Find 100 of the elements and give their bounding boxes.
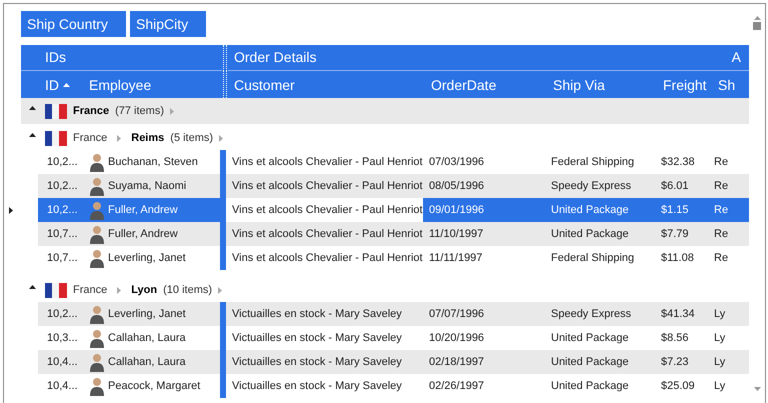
avatar-icon <box>89 352 105 372</box>
table-cell-text: Re <box>713 203 730 218</box>
item-count: (10 items) <box>163 284 212 296</box>
table-row[interactable]: 10,2... Suyama, Naomi Vins et alcools Chevalier - Paul Henriot 08/05/1996 Speedy Express $6.01 Re <box>38 174 749 198</box>
table-cell-text: 07/03/1996 <box>428 155 486 170</box>
sort-ascending-icon <box>63 82 70 86</box>
table-row[interactable]: 10,4... Callahan, Laura Victuailles en stock - Mary Saveley 02/18/1997 United Package $7.23 Ly <box>38 350 749 374</box>
scroll-up-icon[interactable] <box>754 16 760 20</box>
table-cell-text: United Package <box>550 379 630 394</box>
table-row[interactable]: 10,2... Buchanan, Steven Vins et alcools Chevalier - Paul Henriot 07/03/1996 Federal Shipping $32.38 Re <box>38 150 749 174</box>
table-row[interactable]: 10,7... Fuller, Andrew Vins et alcools Chevalier - Paul Henriot 11/10/1997 United Package $7.79 Re <box>38 222 749 246</box>
scrollbar-thumb[interactable] <box>753 22 761 30</box>
table-cell-text: $41.34 <box>660 307 696 322</box>
table-cell-text: 10,2... <box>46 179 79 194</box>
item-count: (5 items) <box>170 132 214 144</box>
employee-name: Peacock, Margaret <box>108 380 200 392</box>
parent-group-label: France <box>73 284 108 296</box>
column-header[interactable]: Sh <box>712 76 749 92</box>
table-row[interactable]: 10,2... Leverling, Janet Victuailles en stock - Mary Saveley 07/07/1996 Speedy Express $41.34 Ly <box>38 302 749 326</box>
group-by-chip[interactable]: Ship Country <box>21 11 126 37</box>
group-row[interactable]: France (77 items) <box>21 98 749 124</box>
table-cell-text: $1.15 <box>660 203 690 218</box>
table-cell-text: Federal Shipping <box>550 251 636 266</box>
table-cell-text: 10/20/1996 <box>428 331 486 346</box>
table-cell-text: 10,2... <box>46 307 79 322</box>
table-cell-text: United Package <box>550 331 630 346</box>
column-header[interactable]: Freight <box>657 76 712 92</box>
employee-name: Leverling, Janet <box>108 308 186 320</box>
avatar-icon <box>89 176 105 196</box>
chevron-icon <box>117 286 122 294</box>
table-cell-text: 10,7... <box>46 227 79 242</box>
table-cell-text: $6.01 <box>660 179 690 194</box>
column-header[interactable]: OrderDate <box>425 76 547 92</box>
column-header[interactable]: Employee <box>87 76 222 92</box>
table-cell-text: 10,4... <box>46 355 79 370</box>
table-row[interactable]: 10,2... Fuller, Andrew Vins et alcools Chevalier - Paul Henriot 09/01/1996 United Package $1.15 Re <box>38 198 749 222</box>
table-cell-text: $11.08 <box>660 251 695 266</box>
table-cell-text: 02/26/1997 <box>428 379 486 394</box>
table-cell-text: Vins et alcools Chevalier - Paul Henriot <box>231 179 423 194</box>
avatar-icon <box>89 200 105 220</box>
column-header[interactable]: Customer <box>228 76 425 92</box>
band-header: Order Details <box>234 48 316 67</box>
table-cell-text: 10,2... <box>46 155 79 170</box>
avatar-icon <box>89 328 105 348</box>
table-cell-text: Ly <box>713 307 726 322</box>
table-cell-text: Victuailles en stock - Mary Saveley <box>231 379 403 394</box>
table-cell-text: Speedy Express <box>550 179 632 194</box>
table-cell-text: $25.09 <box>660 379 696 394</box>
table-cell-text: Re <box>713 251 730 266</box>
table-cell-text: United Package <box>550 227 630 242</box>
table-cell-text: $32.38 <box>660 155 696 170</box>
table-cell-text: $7.79 <box>660 227 690 242</box>
table-cell-text: $8.56 <box>660 331 690 346</box>
table-cell-text: Re <box>713 179 730 194</box>
avatar-icon <box>89 224 105 244</box>
table-cell-text: Ly <box>713 379 726 394</box>
table-row[interactable]: 10,3... Callahan, Laura Victuailles en stock - Mary Saveley 10/20/1996 United Package $8.56 Ly <box>38 326 749 350</box>
employee-name: Fuller, Andrew <box>108 204 178 216</box>
scroll-down-icon[interactable] <box>754 387 760 391</box>
employee-name: Fuller, Andrew <box>108 228 178 240</box>
table-cell: Vins et alcools Chevalier - Paul Henriot <box>226 198 423 222</box>
employee-name: Callahan, Laura <box>108 332 186 344</box>
table-cell-text: United Package <box>550 203 630 218</box>
caret-icon <box>29 106 36 110</box>
table-cell-text: Victuailles en stock - Mary Saveley <box>231 331 403 346</box>
flag-icon <box>45 104 67 118</box>
employee-name: Buchanan, Steven <box>108 156 198 168</box>
table-cell-text: 09/01/1996 <box>428 203 486 218</box>
table-cell-text: Victuailles en stock - Mary Saveley <box>231 307 403 322</box>
table-cell-text: 08/05/1996 <box>428 179 486 194</box>
band-header: A <box>732 48 741 67</box>
table-cell-text: 10,3... <box>46 331 79 346</box>
chevron-icon <box>218 286 222 294</box>
table-cell-text: 10,4... <box>46 379 79 394</box>
table-cell-text: Vins et alcools Chevalier - Paul Henriot <box>231 251 423 266</box>
table-cell-text: $7.23 <box>660 355 690 370</box>
band-header: IDs <box>21 45 222 71</box>
table-cell-text: 11/10/1997 <box>428 227 484 242</box>
table-cell-text: 10,2... <box>46 203 79 218</box>
group-by-chip[interactable]: ShipCity <box>130 11 206 37</box>
table-cell-text: United Package <box>550 355 630 370</box>
table-cell-text: 11/11/1997 <box>428 251 484 266</box>
table-cell-text: Federal Shipping <box>550 155 636 170</box>
group-label: Reims <box>131 132 164 144</box>
item-count: (77 items) <box>115 105 164 117</box>
column-header[interactable]: ID <box>21 76 87 92</box>
table-row[interactable]: 10,4... Peacock, Margaret Victuailles en stock - Mary Saveley 02/26/1997 United Package $25.09 Ly <box>38 374 749 398</box>
table-cell-text: Victuailles en stock - Mary Saveley <box>231 355 403 370</box>
table-cell-text: Ly <box>713 331 726 346</box>
table-row[interactable]: 10,7... Leverling, Janet Vins et alcools Chevalier - Paul Henriot 11/11/1997 Federal Shipping $11.08 Re <box>38 246 749 270</box>
parent-group-label: France <box>73 132 108 144</box>
caret-icon <box>29 285 36 289</box>
table-cell-text: Ly <box>713 355 726 370</box>
table-cell-text: 10,7... <box>46 251 79 266</box>
column-header[interactable]: Ship Via <box>547 76 657 92</box>
caret-icon <box>29 133 36 137</box>
table-cell-text: 02/18/1997 <box>428 355 486 370</box>
avatar-icon <box>89 152 105 172</box>
row-indicator-icon <box>9 206 13 214</box>
employee-name: Leverling, Janet <box>108 252 186 264</box>
